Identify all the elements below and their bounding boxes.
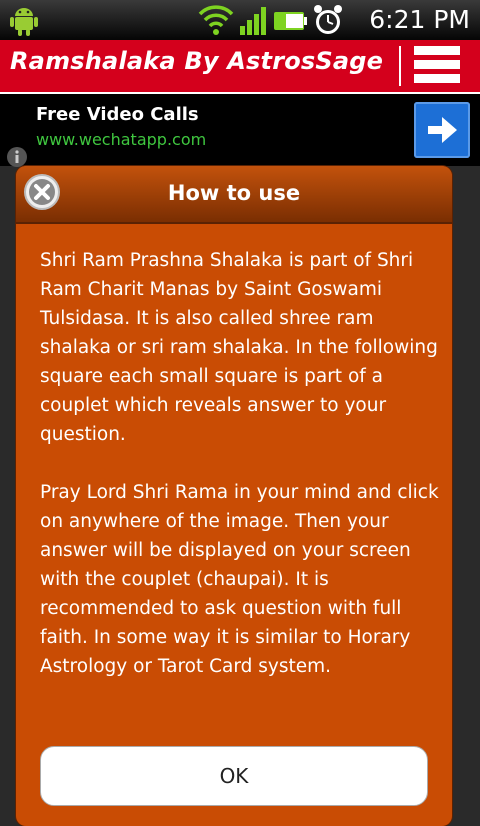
app-bar-divider: [399, 46, 401, 86]
info-icon[interactable]: [6, 146, 28, 168]
dialog-paragraph: Pray Lord Shri Rama in your mind and cli…: [40, 482, 439, 677]
battery-icon: [274, 12, 307, 30]
wifi-icon: [198, 5, 234, 35]
ok-button[interactable]: OK: [40, 746, 428, 806]
status-bar: 6:21 PM: [0, 0, 480, 40]
ad-title[interactable]: Free Video Calls: [36, 104, 199, 125]
alarm-clock-icon: [314, 5, 342, 34]
hamburger-menu-icon[interactable]: [414, 46, 460, 86]
dialog-body: Shri Ram Prashna Shalaka is part of Shri…: [40, 246, 440, 681]
dialog-header: How to use: [16, 166, 452, 224]
android-icon: [10, 8, 38, 36]
how-to-use-dialog: How to use Shri Ram Prashna Shalaka is p…: [16, 166, 452, 826]
app-title: Ramshalaka By AstrosSage: [10, 47, 384, 75]
system-icons: [198, 5, 342, 35]
signal-icon: [240, 7, 266, 35]
ad-arrow-button[interactable]: [414, 102, 470, 158]
arrow-right-icon: [428, 117, 457, 143]
dialog-paragraph: Shri Ram Prashna Shalaka is part of Shri…: [40, 250, 438, 445]
dialog-title: How to use: [167, 181, 301, 205]
ad-url[interactable]: www.wechatapp.com: [36, 130, 206, 149]
status-time: 6:21 PM: [369, 5, 470, 34]
ad-banner[interactable]: Free Video Calls www.wechatapp.com: [0, 94, 480, 166]
app-bar: Ramshalaka By AstrosSage: [0, 40, 480, 94]
